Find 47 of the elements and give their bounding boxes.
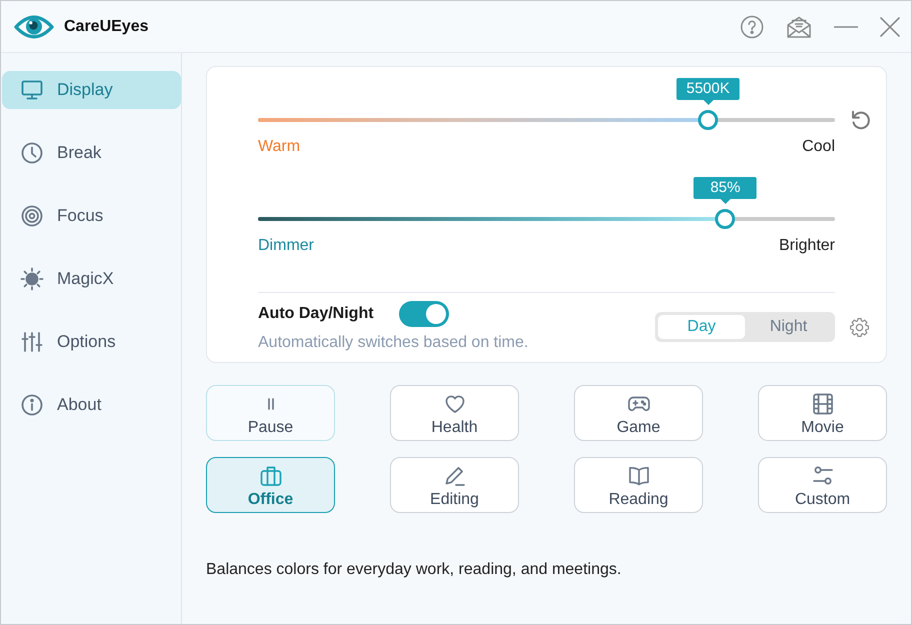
slider-end-label: Brighter [778, 236, 835, 256]
app-title: CareUEyes [64, 18, 148, 36]
slider-track[interactable] [258, 110, 835, 130]
clock-icon [20, 141, 44, 165]
sidebar-item[interactable]: MagicX [2, 260, 181, 298]
preset-button[interactable]: Reading [574, 457, 703, 513]
eye-logo-icon [14, 12, 54, 40]
book-icon [626, 464, 650, 488]
mail-icon[interactable] [786, 14, 812, 38]
slider-thumb[interactable] [698, 110, 718, 130]
slider-track[interactable] [258, 209, 835, 229]
sliders-icon [20, 330, 44, 354]
minimize-icon[interactable] [834, 26, 858, 28]
sidebar-item[interactable]: Break [2, 134, 181, 172]
sidebar-item[interactable]: Display [2, 71, 181, 109]
monitor-icon [20, 78, 44, 102]
sidebar-item[interactable]: Options [2, 323, 181, 361]
settings-icon[interactable] [849, 316, 870, 338]
setting-label: Auto Day/Night [258, 305, 374, 323]
slider-end-label: Cool [802, 137, 835, 157]
close-icon[interactable] [880, 16, 900, 36]
preset-button[interactable]: Game [574, 385, 703, 441]
preset-button[interactable]: Movie [758, 385, 887, 441]
toggle-switch[interactable] [398, 301, 449, 327]
preset-button[interactable]: Custom [758, 457, 887, 513]
preset-button[interactable]: Health [390, 385, 519, 441]
value-tooltip: 5500K [676, 78, 740, 105]
pencil-icon [442, 464, 466, 488]
target-icon [20, 204, 44, 228]
setting-description: Automatically switches based on time. [258, 333, 530, 353]
pause-icon [266, 398, 274, 410]
preset-button[interactable]: Editing [390, 457, 519, 513]
slider-end-label: Dimmer [258, 236, 314, 256]
sun-icon [20, 267, 44, 291]
preset-button[interactable]: Pause [206, 385, 335, 441]
info-icon [20, 393, 44, 417]
slider-thumb[interactable] [715, 209, 736, 229]
sidebar-item[interactable]: About [2, 386, 181, 424]
value-tooltip: 85% [694, 177, 757, 204]
mode-description: Balances colors for everyday work, reading, and meetings. [206, 560, 622, 580]
reset-icon[interactable] [849, 108, 873, 132]
film-icon [810, 392, 834, 416]
slider-end-label: Warm [258, 137, 300, 157]
preset-button[interactable]: Office [206, 457, 335, 513]
briefcase-icon [258, 464, 282, 488]
help-icon[interactable] [740, 14, 764, 38]
sidebar-item[interactable]: Focus [2, 197, 181, 235]
